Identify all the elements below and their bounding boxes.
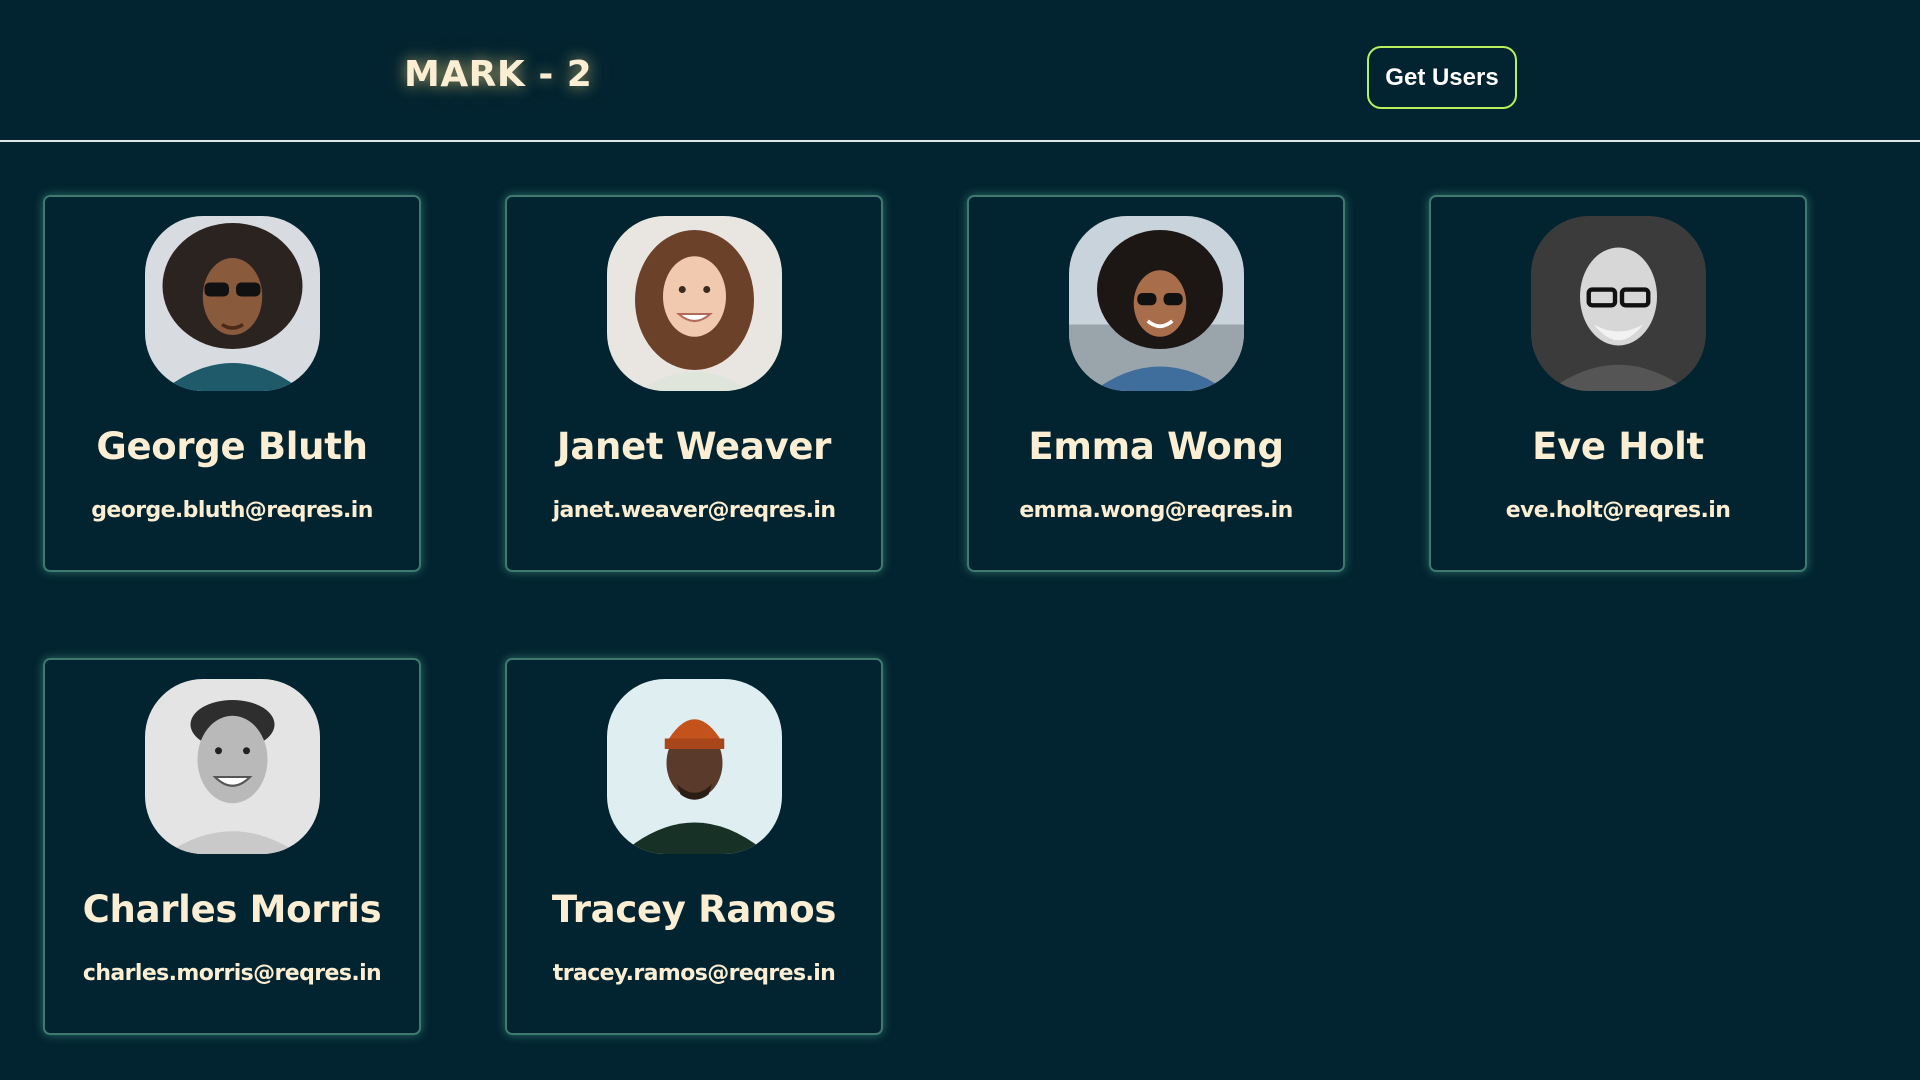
user-name: Eve Holt: [1532, 425, 1704, 468]
avatar: [145, 216, 320, 391]
user-email: eve.holt@reqres.in: [1505, 498, 1731, 523]
user-card: Janet Weaver janet.weaver@reqres.in: [505, 195, 883, 572]
avatar: [607, 216, 782, 391]
user-email: charles.morris@reqres.in: [82, 961, 382, 986]
avatar: [1069, 216, 1244, 391]
avatar: [607, 679, 782, 854]
user-card: Charles Morris charles.morris@reqres.in: [43, 658, 421, 1035]
user-email: tracey.ramos@reqres.in: [552, 961, 836, 986]
user-card: George Bluth george.bluth@reqres.in: [43, 195, 421, 572]
user-card: Eve Holt eve.holt@reqres.in: [1429, 195, 1807, 572]
avatar: [1531, 216, 1706, 391]
user-email: george.bluth@reqres.in: [91, 498, 373, 523]
user-name: Charles Morris: [82, 888, 382, 931]
user-card: Tracey Ramos tracey.ramos@reqres.in: [505, 658, 883, 1035]
user-email: janet.weaver@reqres.in: [552, 498, 836, 523]
get-users-button[interactable]: Get Users: [1367, 46, 1517, 109]
user-name: Tracey Ramos: [551, 888, 837, 931]
avatar: [145, 679, 320, 854]
user-name: Janet Weaver: [556, 425, 832, 468]
user-name: George Bluth: [96, 425, 368, 468]
user-card: Emma Wong emma.wong@reqres.in: [967, 195, 1345, 572]
user-name: Emma Wong: [1028, 425, 1284, 468]
navbar: MARK - 2 Get Users: [0, 0, 1920, 142]
brand-title: MARK - 2: [404, 54, 593, 95]
user-email: emma.wong@reqres.in: [1019, 498, 1293, 523]
